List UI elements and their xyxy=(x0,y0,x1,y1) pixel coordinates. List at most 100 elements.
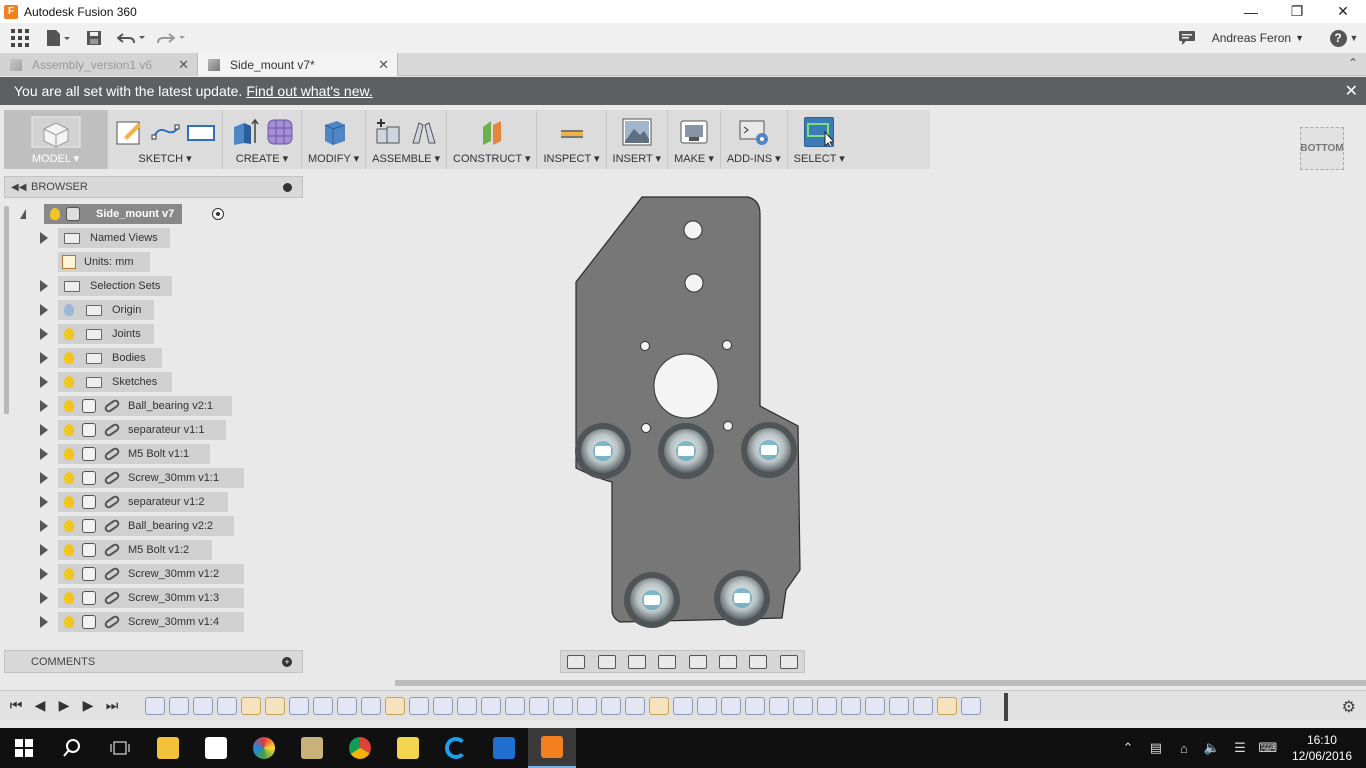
fit-zoom-icon[interactable] xyxy=(688,654,707,669)
selection-sets-node[interactable]: Selection Sets xyxy=(58,276,172,296)
viewports-icon[interactable] xyxy=(779,654,798,669)
origin-node[interactable]: Origin xyxy=(58,300,154,320)
bodies-node[interactable]: Bodies xyxy=(58,348,162,368)
visibility-bulb-icon[interactable] xyxy=(64,544,74,556)
component-node[interactable]: separateur v1:1 xyxy=(58,420,226,440)
timeline-feature-icon[interactable] xyxy=(745,697,765,715)
file-explorer-icon[interactable] xyxy=(144,728,192,768)
inspect-group[interactable]: INSPECT ▾ xyxy=(537,110,607,169)
timeline-feature-icon[interactable] xyxy=(409,697,429,715)
tree-row-root[interactable]: Side_mount v7 xyxy=(20,204,300,224)
browser-header[interactable]: ◀◀ BROWSER xyxy=(4,176,303,198)
construct-group[interactable]: CONSTRUCT ▾ xyxy=(447,110,538,169)
expand-triangle-icon[interactable] xyxy=(40,376,48,388)
wifi-icon[interactable]: ⌂ xyxy=(1170,741,1198,756)
up-printer-app-icon[interactable] xyxy=(480,728,528,768)
user-account-menu[interactable]: Andreas Feron xyxy=(1212,31,1291,45)
select-group[interactable]: SELECT ▾ xyxy=(788,110,851,169)
assemble-group[interactable]: ASSEMBLE ▾ xyxy=(366,110,448,169)
task-view-icon[interactable] xyxy=(96,728,144,768)
comments-panel[interactable]: COMMENTS + xyxy=(4,650,303,673)
help-menu[interactable]: ? ▼ xyxy=(1322,23,1366,53)
pan-hand-icon[interactable] xyxy=(627,654,646,669)
timeline-feature-icon[interactable] xyxy=(865,697,885,715)
component-node[interactable]: Screw_30mm v1:2 xyxy=(58,564,244,584)
visibility-bulb-icon[interactable] xyxy=(64,520,74,532)
tab-assembly-version1[interactable]: Assembly_version1 v6 ✕ xyxy=(0,53,198,76)
close-banner-icon[interactable]: ✕ xyxy=(1345,81,1358,101)
side-mount-plate-model[interactable] xyxy=(560,190,810,630)
save-icon[interactable] xyxy=(76,23,112,53)
joint-icon[interactable] xyxy=(409,117,439,147)
modify-group[interactable]: MODIFY ▾ xyxy=(302,110,367,169)
ball-bearing[interactable] xyxy=(575,423,631,479)
c-app-icon[interactable] xyxy=(432,728,480,768)
timeline-feature-icon[interactable] xyxy=(433,697,453,715)
scripts-addins-icon[interactable] xyxy=(739,117,769,147)
expand-triangle-icon[interactable] xyxy=(40,424,48,436)
mounting-hole[interactable] xyxy=(723,421,733,431)
timeline-feature-icon[interactable] xyxy=(577,697,597,715)
timeline-feature-icon[interactable] xyxy=(793,697,813,715)
timeline-feature-icon[interactable] xyxy=(841,697,861,715)
line-icon[interactable] xyxy=(150,117,180,147)
make-group[interactable]: MAKE ▾ xyxy=(668,110,721,169)
timeline-feature-icon[interactable] xyxy=(481,697,501,715)
component-node[interactable]: Ball_bearing v2:2 xyxy=(58,516,234,536)
new-component-icon[interactable] xyxy=(373,117,403,147)
network-icon[interactable]: ▤ xyxy=(1142,740,1170,756)
timeline-feature-icon[interactable] xyxy=(697,697,717,715)
component-node[interactable]: M5 Bolt v1:2 xyxy=(58,540,212,560)
timeline-feature-icon[interactable] xyxy=(217,697,237,715)
visibility-bulb-icon[interactable] xyxy=(64,304,74,316)
timeline-feature-icon[interactable] xyxy=(889,697,909,715)
component-node[interactable]: Screw_30mm v1:4 xyxy=(58,612,244,632)
visibility-bulb-icon[interactable] xyxy=(50,208,60,220)
visibility-bulb-icon[interactable] xyxy=(64,400,74,412)
press-pull-icon[interactable] xyxy=(319,117,349,147)
mounting-hole[interactable] xyxy=(722,340,732,350)
timeline-go-to-end-icon[interactable]: ⏭ xyxy=(100,691,124,721)
fusion-taskbar-icon[interactable] xyxy=(528,728,576,768)
keyboard-icon[interactable]: ⌨ xyxy=(1254,740,1282,756)
volume-icon[interactable]: 🔈 xyxy=(1198,740,1226,756)
expand-triangle-icon[interactable] xyxy=(40,544,48,556)
search-icon[interactable] xyxy=(48,728,96,768)
close-tab-icon[interactable]: ✕ xyxy=(178,57,189,73)
timeline-feature-icon[interactable] xyxy=(361,697,381,715)
component-node[interactable]: M5 Bolt v1:1 xyxy=(58,444,210,464)
timeline-joint-feature-icon[interactable] xyxy=(265,697,285,715)
timeline-feature-icon[interactable] xyxy=(625,697,645,715)
mounting-hole[interactable] xyxy=(683,220,703,240)
timeline-feature-icon[interactable] xyxy=(601,697,621,715)
expand-triangle-icon[interactable] xyxy=(40,448,48,460)
folder-app-icon[interactable] xyxy=(384,728,432,768)
mounting-hole[interactable] xyxy=(640,341,650,351)
visibility-bulb-icon[interactable] xyxy=(64,496,74,508)
ball-bearing[interactable] xyxy=(714,570,770,626)
expand-triangle-icon[interactable] xyxy=(40,520,48,532)
undo-icon[interactable] xyxy=(112,23,152,53)
component-node[interactable]: Screw_30mm v1:1 xyxy=(58,468,244,488)
component-node[interactable]: separateur v1:2 xyxy=(58,492,228,512)
action-center-icon[interactable]: ☰ xyxy=(1226,740,1254,756)
timeline-feature-icon[interactable] xyxy=(457,697,477,715)
ball-bearing[interactable] xyxy=(624,572,680,628)
joints-node[interactable]: Joints xyxy=(58,324,154,344)
expand-triangle-icon[interactable] xyxy=(40,472,48,484)
visibility-bulb-icon[interactable] xyxy=(64,328,74,340)
mounting-hole[interactable] xyxy=(684,273,704,293)
ball-bearing[interactable] xyxy=(741,422,797,478)
timeline-feature-icon[interactable] xyxy=(769,697,789,715)
clock[interactable]: 16:10 12/06/2016 xyxy=(1292,732,1352,764)
visibility-bulb-icon[interactable] xyxy=(64,424,74,436)
sketches-node[interactable]: Sketches xyxy=(58,372,172,392)
file-menu-icon[interactable] xyxy=(40,23,76,53)
timeline-feature-icon[interactable] xyxy=(169,697,189,715)
ball-bearing[interactable] xyxy=(658,423,714,479)
timeline-feature-icon[interactable] xyxy=(529,697,549,715)
timeline-joint-feature-icon[interactable] xyxy=(649,697,669,715)
rectangle-icon[interactable] xyxy=(186,117,216,147)
expand-triangle-icon[interactable] xyxy=(40,568,48,580)
expand-triangle-icon[interactable] xyxy=(20,209,26,219)
